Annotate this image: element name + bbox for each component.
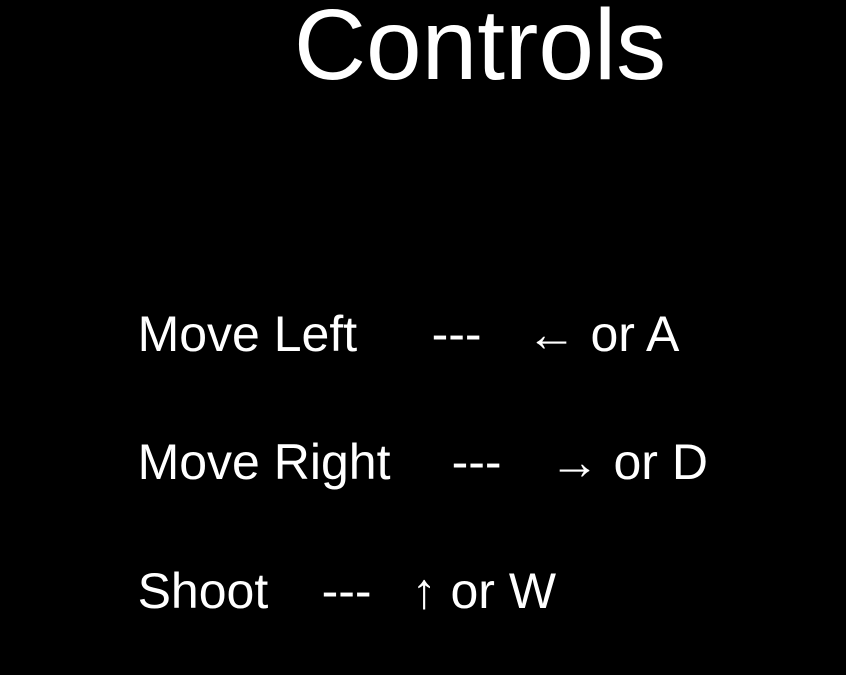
screen-title: Controls [293, 0, 667, 101]
control-row-shoot: Shoot --- ↑ or W [82, 507, 556, 675]
control-action-label: Move Left [137, 306, 358, 362]
control-keys: ← or A [526, 306, 680, 362]
control-keys: ↑ or W [411, 563, 557, 619]
control-separator: --- [451, 434, 502, 490]
control-separator: --- [321, 563, 372, 619]
control-action-label: Shoot [137, 563, 269, 619]
control-action-label: Move Right [137, 434, 391, 490]
control-separator: --- [431, 306, 482, 362]
controls-screen: Controls Move Left --- ← or A Move Right --… [0, 0, 846, 619]
control-keys: → or D [549, 434, 708, 490]
